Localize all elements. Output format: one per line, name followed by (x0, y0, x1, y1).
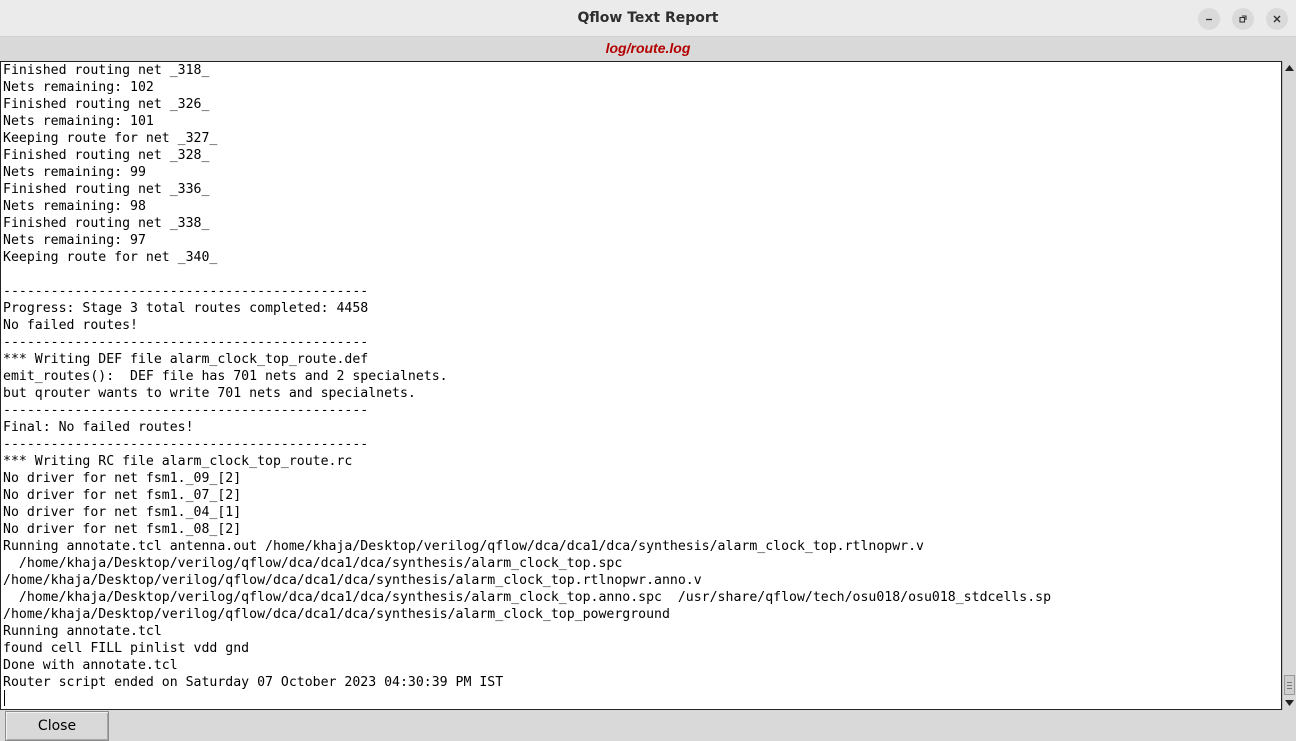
log-line: /home/khaja/Desktop/verilog/qflow/dca/dc… (3, 607, 670, 622)
log-content: Finished routing net _318_ Nets remaining… (1, 62, 1281, 691)
log-line: Nets remaining: 102 (3, 80, 154, 95)
log-line: Router script ended on Saturday 07 Octob… (3, 675, 504, 690)
log-line: Nets remaining: 101 (3, 114, 154, 129)
log-line: Finished routing net _326_ (3, 97, 210, 112)
log-line: emit_routes(): DEF file has 701 nets and… (3, 369, 448, 384)
log-text-area[interactable]: Finished routing net _318_ Nets remaining… (0, 61, 1282, 710)
vertical-scrollbar[interactable] (1282, 61, 1296, 710)
log-line: Nets remaining: 98 (3, 199, 146, 214)
maximize-icon (1239, 15, 1247, 23)
log-line: Nets remaining: 99 (3, 165, 146, 180)
log-line: No driver for net fsm1._08_[2] (3, 522, 242, 537)
log-line: Final: No failed routes! (3, 420, 194, 435)
log-line: No failed routes! (3, 318, 138, 333)
log-line: ----------------------------------------… (3, 284, 369, 299)
minimize-button[interactable] (1198, 8, 1220, 30)
log-line: No driver for net fsm1._04_[1] (3, 505, 242, 520)
log-line: found cell FILL pinlist vdd gnd (3, 641, 250, 656)
window-close-button[interactable] (1266, 8, 1288, 30)
log-line: Keeping route for net _327_ (3, 131, 218, 146)
scroll-up-arrow[interactable] (1283, 62, 1296, 74)
log-line: ----------------------------------------… (3, 437, 369, 452)
log-line: /home/khaja/Desktop/verilog/qflow/dca/dc… (3, 556, 623, 571)
log-line: *** Writing RC file alarm_clock_top_rout… (3, 454, 353, 469)
log-line: ----------------------------------------… (3, 403, 369, 418)
log-line: Finished routing net _336_ (3, 182, 210, 197)
log-line: /home/khaja/Desktop/verilog/qflow/dca/dc… (3, 590, 1052, 605)
log-line: Finished routing net _338_ (3, 216, 210, 231)
log-line: /home/khaja/Desktop/verilog/qflow/dca/dc… (3, 573, 702, 588)
scrollbar-thumb[interactable] (1284, 675, 1295, 695)
log-line: Finished routing net _318_ (3, 63, 210, 78)
log-line: Nets remaining: 97 (3, 233, 146, 248)
close-icon (1273, 15, 1281, 23)
log-line: Running annotate.tcl (3, 624, 162, 639)
log-line: Done with annotate.tcl (3, 658, 178, 673)
minimize-icon (1206, 18, 1212, 21)
log-line: ----------------------------------------… (3, 335, 369, 350)
log-line: No driver for net fsm1._09_[2] (3, 471, 242, 486)
arrow-up-icon (1285, 65, 1294, 71)
log-line: but qrouter wants to write 701 nets and … (3, 386, 416, 401)
maximize-button[interactable] (1232, 8, 1254, 30)
log-file-label: log/route.log (605, 40, 691, 56)
log-line: Finished routing net _328_ (3, 148, 210, 163)
log-line: Running annotate.tcl antenna.out /home/k… (3, 539, 924, 554)
text-cursor (4, 690, 5, 706)
log-line: Progress: Stage 3 total routes completed… (3, 301, 369, 316)
arrow-down-icon (1285, 700, 1294, 706)
log-line: *** Writing DEF file alarm_clock_top_rou… (3, 352, 369, 367)
log-line: No driver for net fsm1._07_[2] (3, 488, 242, 503)
window-title: Qflow Text Report (577, 10, 719, 26)
log-line: Keeping route for net _340_ (3, 250, 218, 265)
close-button[interactable]: Close (5, 711, 109, 741)
title-bar[interactable]: Qflow Text Report (0, 0, 1296, 37)
scroll-down-arrow[interactable] (1283, 697, 1296, 709)
